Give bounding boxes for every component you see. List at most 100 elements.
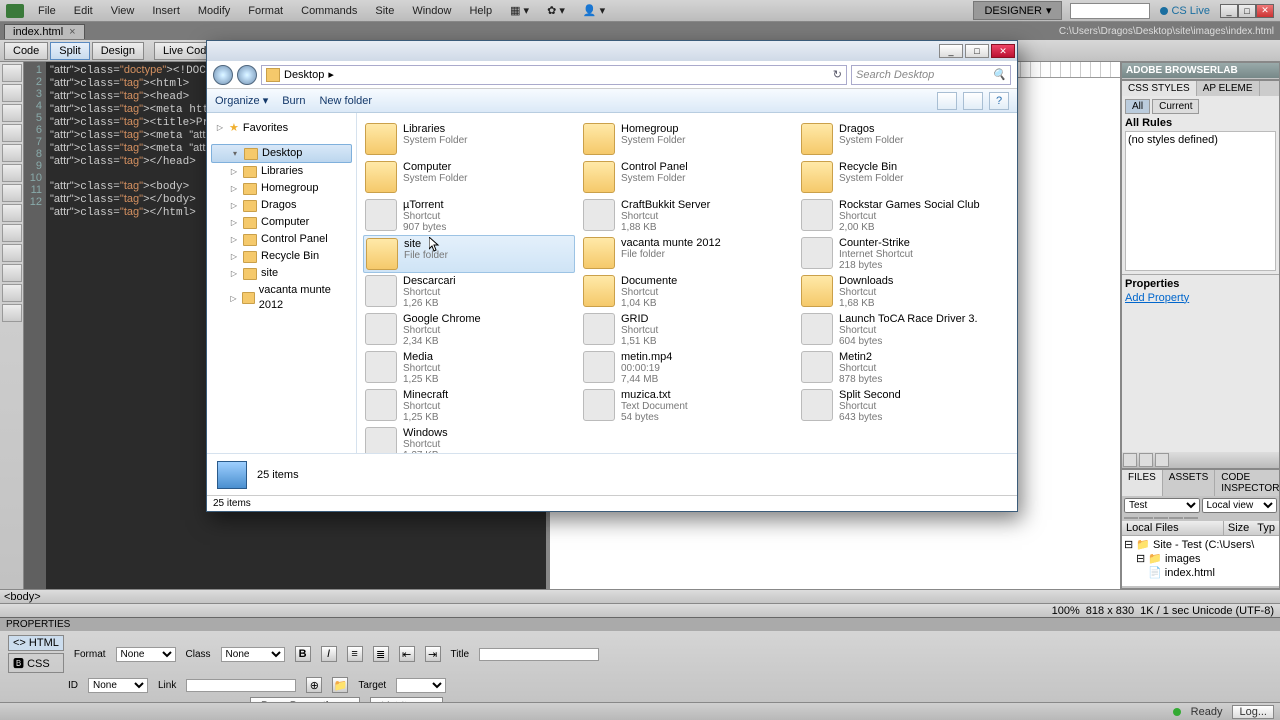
chevron-right-icon[interactable]: ▸	[328, 68, 334, 81]
site-select[interactable]: Test	[1124, 498, 1200, 513]
refresh-icon[interactable]: ↻	[833, 68, 842, 81]
menu-site[interactable]: Site	[367, 3, 402, 19]
tool-icon[interactable]	[2, 244, 22, 262]
tool-icon[interactable]	[2, 144, 22, 162]
log-button[interactable]: Log...	[1232, 705, 1274, 719]
file-item[interactable]: Google ChromeShortcut2,34 KB	[363, 311, 575, 349]
browserlab-panel-title[interactable]: ADOBE BROWSERLAB	[1122, 63, 1279, 78]
files-tree[interactable]: ⊟ 📁 Site - Test (C:\Users\ ⊟ 📁 images 📄 …	[1122, 536, 1279, 586]
site-menu-icon[interactable]: 👤 ▾	[575, 2, 613, 19]
get-icon[interactable]	[1154, 517, 1168, 519]
file-item[interactable]: DescarcariShortcut1,26 KB	[363, 273, 575, 311]
file-item[interactable]: Split SecondShortcut643 bytes	[799, 387, 1011, 425]
css-current-pill[interactable]: Current	[1152, 99, 1199, 114]
split-view-button[interactable]: Split	[50, 42, 89, 60]
menu-help[interactable]: Help	[461, 3, 500, 19]
files-col-type[interactable]: Typ	[1253, 521, 1279, 535]
css-all-pill[interactable]: All	[1125, 99, 1150, 114]
menu-modify[interactable]: Modify	[190, 3, 238, 19]
id-select[interactable]: None	[88, 678, 148, 693]
tool-icon[interactable]	[2, 264, 22, 282]
file-item[interactable]: DragosSystem Folder	[799, 121, 1011, 159]
address-bar[interactable]: Desktop ▸ ↻	[261, 65, 847, 85]
forward-button[interactable]	[237, 65, 257, 85]
file-item[interactable]: Recycle BinSystem Folder	[799, 159, 1011, 197]
maximize-button[interactable]: □	[1238, 4, 1256, 18]
html-mode-button[interactable]: <> HTML	[8, 635, 64, 651]
file-item[interactable]: metin.mp400:00:197,44 MB	[581, 349, 793, 387]
tool-icon[interactable]	[2, 104, 22, 122]
tool-icon[interactable]	[2, 284, 22, 302]
nav-item[interactable]: ▷Computer	[211, 214, 352, 231]
target-select[interactable]	[396, 678, 446, 693]
css-panel-icon[interactable]	[1139, 453, 1153, 467]
nav-item[interactable]: ▷Recycle Bin	[211, 248, 352, 265]
nav-item[interactable]: ▾Desktop	[211, 144, 352, 163]
link-input[interactable]	[186, 679, 296, 692]
menu-window[interactable]: Window	[404, 3, 459, 19]
explorer-maximize-button[interactable]: □	[965, 44, 989, 58]
browse-icon[interactable]: 📁	[332, 677, 348, 693]
ul-button[interactable]: ≡	[347, 646, 363, 662]
zoom-value[interactable]: 100%	[1052, 605, 1080, 617]
tool-icon[interactable]	[2, 164, 22, 182]
file-item[interactable]: GRIDShortcut1,51 KB	[581, 311, 793, 349]
file-item[interactable]: DownloadsShortcut1,68 KB	[799, 273, 1011, 311]
refresh-icon[interactable]	[1139, 517, 1153, 519]
organize-menu[interactable]: Organize ▾	[215, 94, 268, 107]
rules-list[interactable]: (no styles defined)	[1125, 131, 1276, 271]
help-icon[interactable]: ?	[989, 92, 1009, 110]
css-panel-icon[interactable]	[1155, 453, 1169, 467]
file-item[interactable]: HomegroupSystem Folder	[581, 121, 793, 159]
minimize-button[interactable]: _	[1220, 4, 1238, 18]
put-icon[interactable]	[1169, 517, 1183, 519]
workspace-switcher[interactable]: DESIGNER▾	[973, 1, 1062, 20]
explorer-nav-pane[interactable]: ▷★Favorites ▾Desktop▷Libraries▷Homegroup…	[207, 113, 357, 453]
class-select[interactable]: None	[221, 647, 285, 662]
code-inspector-tab[interactable]: CODE INSPECTOR	[1215, 470, 1280, 496]
layout-menu-icon[interactable]: ▦ ▾	[502, 2, 537, 19]
file-item[interactable]: ComputerSystem Folder	[363, 159, 575, 197]
tool-icon[interactable]	[2, 224, 22, 242]
outdent-button[interactable]: ⇤	[399, 646, 415, 662]
css-styles-tab[interactable]: CSS STYLES	[1122, 81, 1197, 96]
explorer-close-button[interactable]: ✕	[991, 44, 1015, 58]
file-item[interactable]: siteFile folder	[363, 235, 575, 273]
explorer-listing[interactable]: LibrariesSystem FolderHomegroupSystem Fo…	[357, 113, 1017, 453]
design-view-button[interactable]: Design	[92, 42, 144, 60]
menu-file[interactable]: File	[30, 3, 64, 19]
help-search[interactable]	[1070, 3, 1150, 19]
ftp-icon[interactable]	[1124, 517, 1138, 519]
favorites-header[interactable]: ▷★Favorites	[211, 119, 352, 136]
file-item[interactable]: DocumenteShortcut1,04 KB	[581, 273, 793, 311]
ol-button[interactable]: ≣	[373, 646, 389, 662]
file-item[interactable]: CraftBukkit ServerShortcut1,88 KB	[581, 197, 793, 235]
code-view-button[interactable]: Code	[4, 42, 48, 60]
format-select[interactable]: None	[116, 647, 176, 662]
view-select[interactable]: Local view	[1202, 498, 1278, 513]
file-item[interactable]: MinecraftShortcut1,25 KB	[363, 387, 575, 425]
nav-item[interactable]: ▷Homegroup	[211, 180, 352, 197]
menu-edit[interactable]: Edit	[66, 3, 101, 19]
tool-icon[interactable]	[2, 64, 22, 82]
indent-button[interactable]: ⇥	[425, 646, 441, 662]
ap-elements-tab[interactable]: AP ELEME	[1197, 81, 1260, 96]
cs-live-link[interactable]: CS Live	[1160, 5, 1210, 17]
file-item[interactable]: LibrariesSystem Folder	[363, 121, 575, 159]
view-options-icon[interactable]	[937, 92, 957, 110]
file-item[interactable]: MediaShortcut1,25 KB	[363, 349, 575, 387]
file-item[interactable]: Rockstar Games Social ClubShortcut2,00 K…	[799, 197, 1011, 235]
preview-pane-icon[interactable]	[963, 92, 983, 110]
burn-button[interactable]: Burn	[282, 95, 305, 107]
tool-icon[interactable]	[2, 124, 22, 142]
add-property-link[interactable]: Add Property	[1125, 292, 1276, 304]
file-item[interactable]: Metin2Shortcut878 bytes	[799, 349, 1011, 387]
tool-icon[interactable]	[2, 304, 22, 322]
files-col-name[interactable]: Local Files	[1122, 521, 1224, 535]
tool-icon[interactable]	[2, 204, 22, 222]
menu-commands[interactable]: Commands	[293, 3, 365, 19]
explorer-minimize-button[interactable]: _	[939, 44, 963, 58]
files-tab[interactable]: FILES	[1122, 470, 1163, 496]
css-panel-icon[interactable]	[1123, 453, 1137, 467]
nav-item[interactable]: ▷site	[211, 265, 352, 282]
